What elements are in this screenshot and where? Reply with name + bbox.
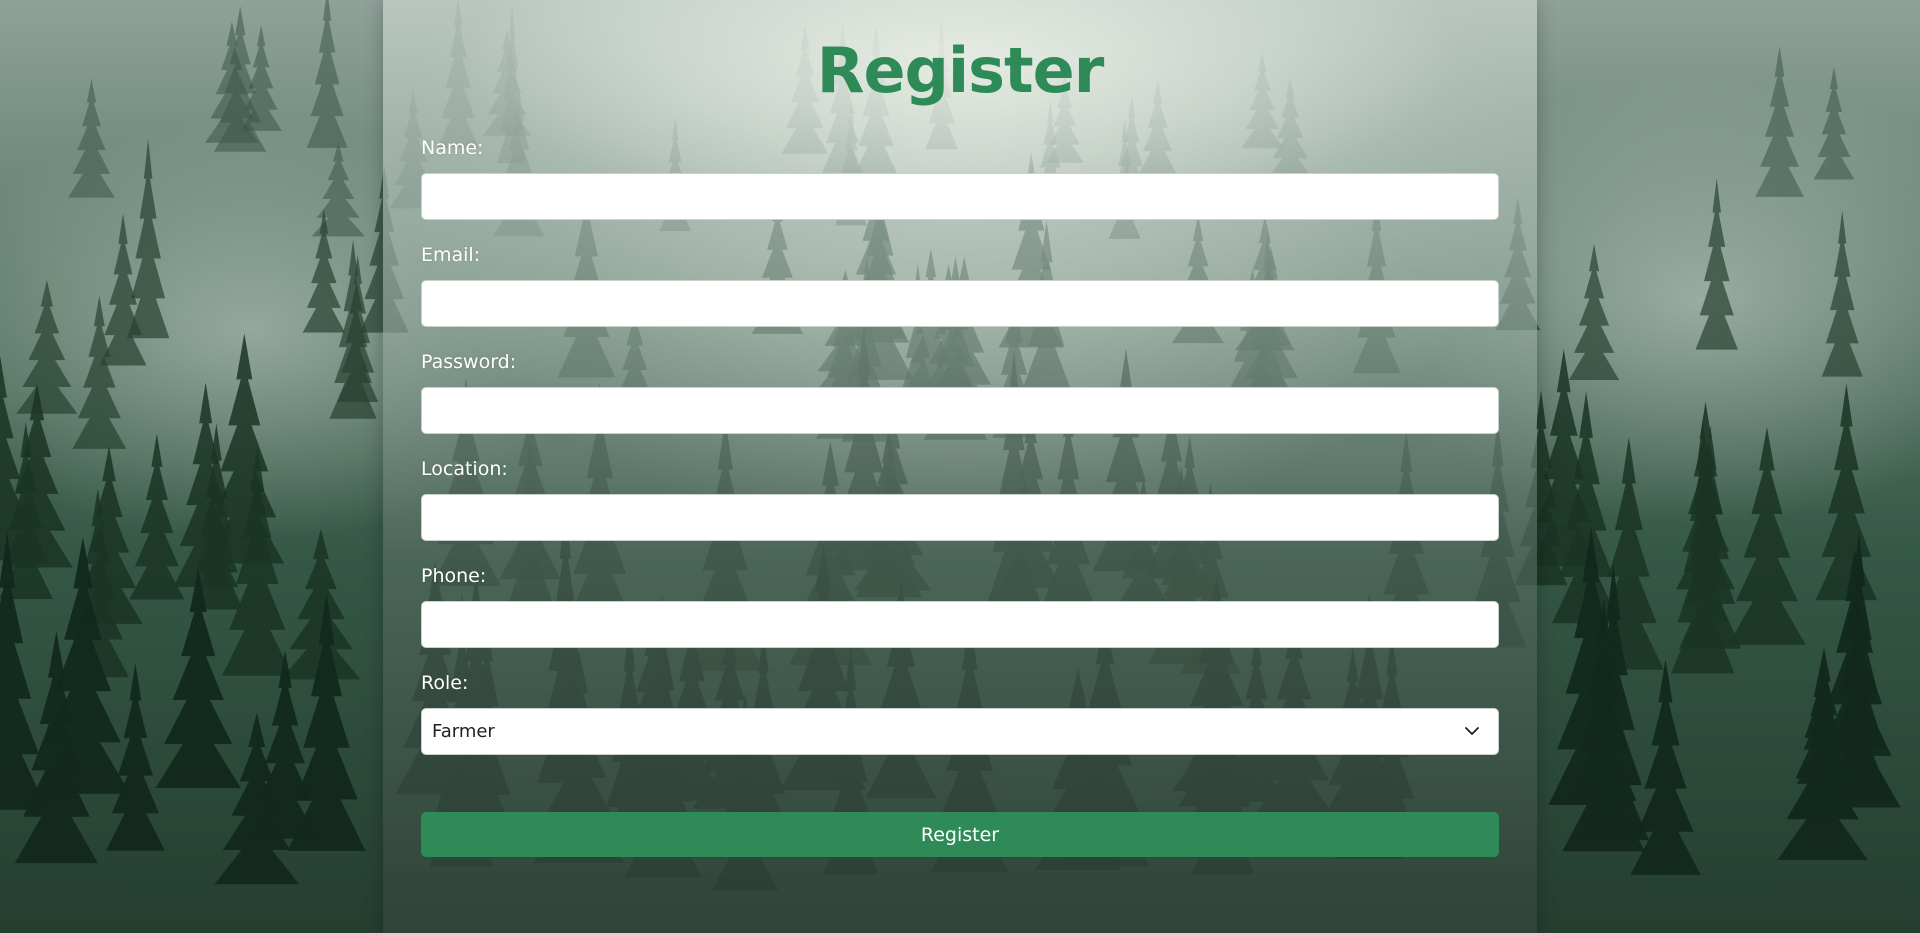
location-field[interactable] <box>421 494 1499 541</box>
password-field[interactable] <box>421 387 1499 434</box>
password-label: Password: <box>421 351 517 373</box>
role-select[interactable]: Farmer <box>421 708 1499 755</box>
page-title: Register <box>816 34 1105 107</box>
chevron-down-icon <box>1464 724 1480 740</box>
phone-field[interactable] <box>421 601 1499 648</box>
email-label: Email: <box>421 244 481 266</box>
name-field[interactable] <box>421 173 1499 220</box>
role-label: Role: <box>421 672 469 694</box>
role-selected-value: Farmer <box>432 721 495 742</box>
email-field[interactable] <box>421 280 1499 327</box>
name-label: Name: <box>421 137 484 159</box>
phone-label: Phone: <box>421 565 487 587</box>
register-button[interactable]: Register <box>421 812 1499 857</box>
register-panel: Register Name: Email: Password: Location… <box>383 0 1537 933</box>
location-label: Location: <box>421 458 508 480</box>
